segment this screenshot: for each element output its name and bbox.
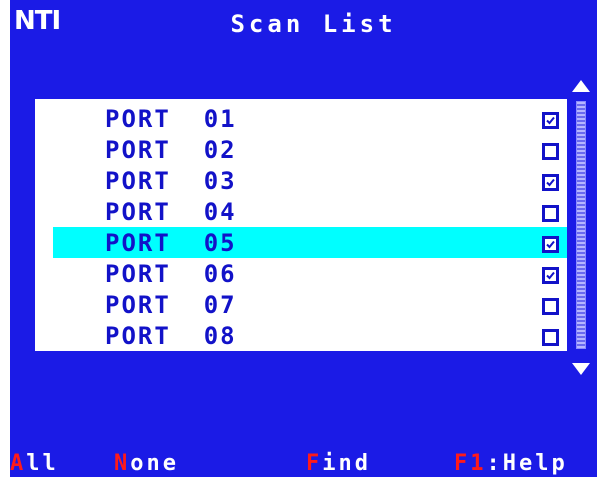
scroll-up-arrow-icon[interactable] [572,80,590,92]
page-title: Scan List [230,10,397,38]
scan-checkbox[interactable] [542,267,559,284]
port-label: PORT 02 [105,136,237,164]
checkmark-icon [546,240,555,249]
port-row-03[interactable]: PORT 03 [35,165,567,196]
hotkey-letter: F1 [454,451,487,476]
scrollbar[interactable] [569,80,593,380]
osd-screen: NTI Scan List PORT 01 PORT 02 PORT 03 PO… [10,0,597,477]
scan-checkbox[interactable] [542,174,559,191]
scan-checkbox[interactable] [542,143,559,160]
port-label: PORT 01 [105,105,237,133]
scan-checkbox[interactable] [542,298,559,315]
port-row-02[interactable]: PORT 02 [35,134,567,165]
function-key-bar: All None Find F1:Help [10,451,597,477]
port-label: PORT 05 [105,229,237,257]
scroll-track[interactable] [573,99,589,353]
select-none-key[interactable]: None [114,451,179,477]
port-label: PORT 07 [105,291,237,319]
port-label: PORT 08 [105,322,237,350]
port-label: PORT 03 [105,167,237,195]
key-label: ll [26,451,59,476]
port-list: PORT 01 PORT 02 PORT 03 PORT 04 PORT 05 [35,99,567,351]
find-key[interactable]: Find [306,451,371,477]
scan-checkbox[interactable] [542,205,559,222]
key-label: ind [322,451,371,476]
hotkey-letter: N [114,451,131,476]
scan-checkbox[interactable] [542,236,559,253]
help-key[interactable]: F1:Help [454,451,568,477]
port-row-07[interactable]: PORT 07 [35,289,567,320]
port-row-08[interactable]: PORT 08 [35,320,567,351]
hotkey-letter: F [306,451,323,476]
checkmark-icon [546,271,555,280]
port-row-06[interactable]: PORT 06 [35,258,567,289]
port-row-05[interactable]: PORT 05 [53,227,567,258]
hotkey-letter: A [10,451,27,476]
checkmark-icon [546,116,555,125]
port-label: PORT 04 [105,198,237,226]
scroll-thumb[interactable] [576,101,586,349]
select-all-key[interactable]: All [10,451,59,477]
key-label: :Help [486,451,568,476]
scan-checkbox[interactable] [542,112,559,129]
scroll-down-arrow-icon[interactable] [572,363,590,375]
scan-checkbox[interactable] [542,329,559,346]
key-label: one [130,451,179,476]
checkmark-icon [546,178,555,187]
port-label: PORT 06 [105,260,237,288]
port-row-01[interactable]: PORT 01 [35,103,567,134]
port-row-04[interactable]: PORT 04 [35,196,567,227]
